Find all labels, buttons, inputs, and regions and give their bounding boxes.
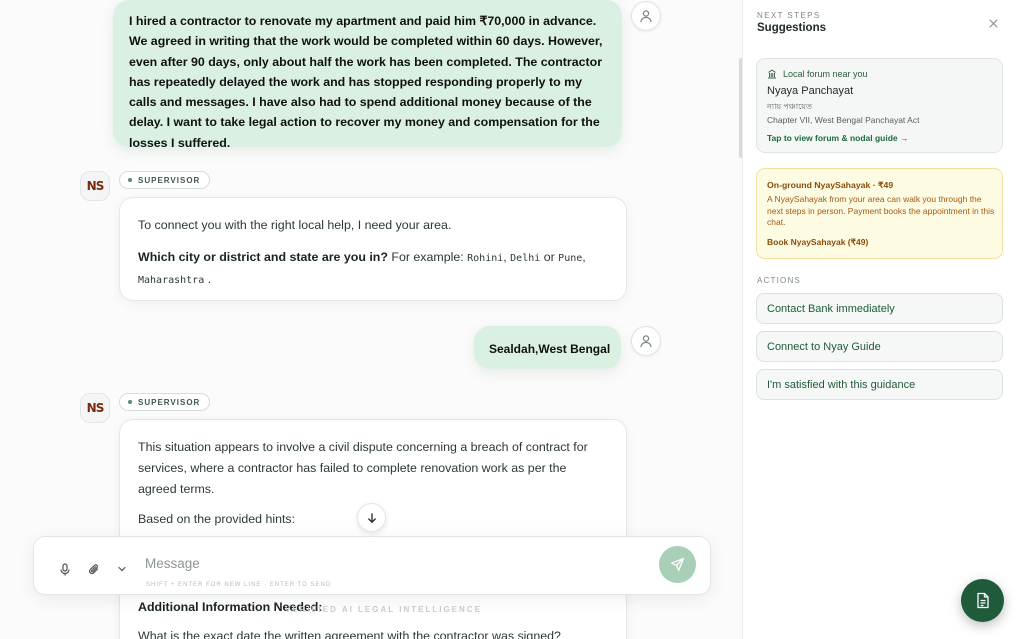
- bot-avatar: NS: [80, 393, 110, 423]
- close-panel-button[interactable]: [986, 16, 1000, 30]
- attach-button[interactable]: [87, 562, 101, 576]
- forum-act: Chapter VII, West Bengal Panchayat Act: [767, 115, 920, 125]
- document-icon: [976, 592, 989, 609]
- sahayak-title: On-ground NyaySahayak · ₹49: [767, 180, 894, 190]
- supervisor-badge: SUPERVISOR: [119, 171, 211, 189]
- user-message-text: Sealdah,West Bengal: [489, 342, 611, 356]
- footer-brand: VERIFIED AI LEGAL INTELLIGENCE: [285, 605, 482, 614]
- building-icon: [768, 69, 776, 79]
- chevron-down-icon: [118, 566, 126, 572]
- user-icon: [640, 10, 652, 23]
- forum-guide-link[interactable]: Tap to view forum & nodal guide →: [767, 133, 909, 143]
- message-composer: SHIFT + ENTER FOR NEW LINE · ENTER TO SE…: [33, 536, 711, 595]
- paperclip-icon: [89, 563, 99, 574]
- more-tools-button[interactable]: [115, 562, 129, 576]
- badge-dot: [128, 178, 132, 182]
- panel-overline: NEXT STEPS: [757, 11, 821, 20]
- chat-thread[interactable]: I hired a contractor to renovate my apar…: [0, 0, 742, 639]
- message-input[interactable]: [145, 554, 645, 572]
- send-button[interactable]: [659, 546, 696, 583]
- send-icon: [670, 557, 685, 572]
- user-message-text: I hired a contractor to renovate my apar…: [129, 14, 603, 150]
- suggestions-panel: NEXT STEPS Suggestions Local forum near …: [742, 0, 1024, 639]
- action-satisfied[interactable]: I'm satisfied with this guidance: [756, 369, 1003, 400]
- nyaysahayak-card[interactable]: On-ground NyaySahayak · ₹49 A NyaySahaya…: [756, 168, 1003, 259]
- forum-name: Nyaya Panchayat: [767, 85, 854, 97]
- bot-message-question: Which city or district and state are you…: [138, 250, 586, 286]
- document-fab-button[interactable]: [961, 579, 1004, 622]
- user-message: I hired a contractor to renovate my apar…: [113, 0, 622, 150]
- composer-hint: SHIFT + ENTER FOR NEW LINE · ENTER TO SE…: [146, 582, 332, 588]
- example-maharashtra: Maharashtra: [138, 275, 205, 286]
- badge-dot: [128, 400, 132, 404]
- bot-message: To connect you with the right local help…: [119, 197, 627, 301]
- local-forum-card[interactable]: Local forum near you Nyaya Panchayat ন্য…: [756, 58, 1003, 153]
- badge-label: SUPERVISOR: [138, 397, 201, 407]
- bot-avatar: NS: [80, 171, 110, 201]
- forum-name-local: ন্যায় পঞ্চায়েত: [767, 102, 813, 111]
- arrow-down-icon: [367, 512, 376, 523]
- close-icon: [988, 18, 998, 28]
- panel-title: Suggestions: [757, 22, 827, 34]
- example-delhi: Delhi: [510, 253, 541, 264]
- example-rohini: Rohini: [467, 253, 504, 264]
- bot-message-line: To connect you with the right local help…: [138, 218, 452, 232]
- supervisor-badge: SUPERVISOR: [119, 393, 211, 411]
- actions-label: ACTIONS: [757, 276, 801, 285]
- user-message: Sealdah,West Bengal: [474, 326, 621, 369]
- bot-logo: NS: [86, 179, 105, 193]
- user-avatar: [631, 1, 661, 31]
- user-icon: [640, 335, 652, 348]
- forum-card-label: Local forum near you: [767, 69, 868, 79]
- mic-icon: [60, 562, 70, 575]
- info-needed-question: What is the exact date the written agree…: [138, 629, 561, 639]
- scroll-down-button[interactable]: [357, 503, 386, 532]
- action-contact-bank[interactable]: Contact Bank immediately: [756, 293, 1003, 324]
- book-sahayak-link[interactable]: Book NyaySahayak (₹49): [767, 237, 868, 248]
- example-pune: Pune: [558, 253, 583, 264]
- bot-logo: NS: [86, 401, 105, 415]
- action-connect-guide[interactable]: Connect to Nyay Guide: [756, 331, 1003, 362]
- app-window: I hired a contractor to renovate my apar…: [0, 0, 1024, 639]
- user-avatar: [631, 326, 661, 356]
- location-question: Which city or district and state are you…: [138, 250, 388, 264]
- bot-message-paragraph: This situation appears to involve a civi…: [138, 440, 588, 496]
- sahayak-description: A NyaySahayak from your area can walk yo…: [767, 194, 995, 227]
- mic-button[interactable]: [58, 562, 72, 576]
- badge-label: SUPERVISOR: [138, 175, 201, 185]
